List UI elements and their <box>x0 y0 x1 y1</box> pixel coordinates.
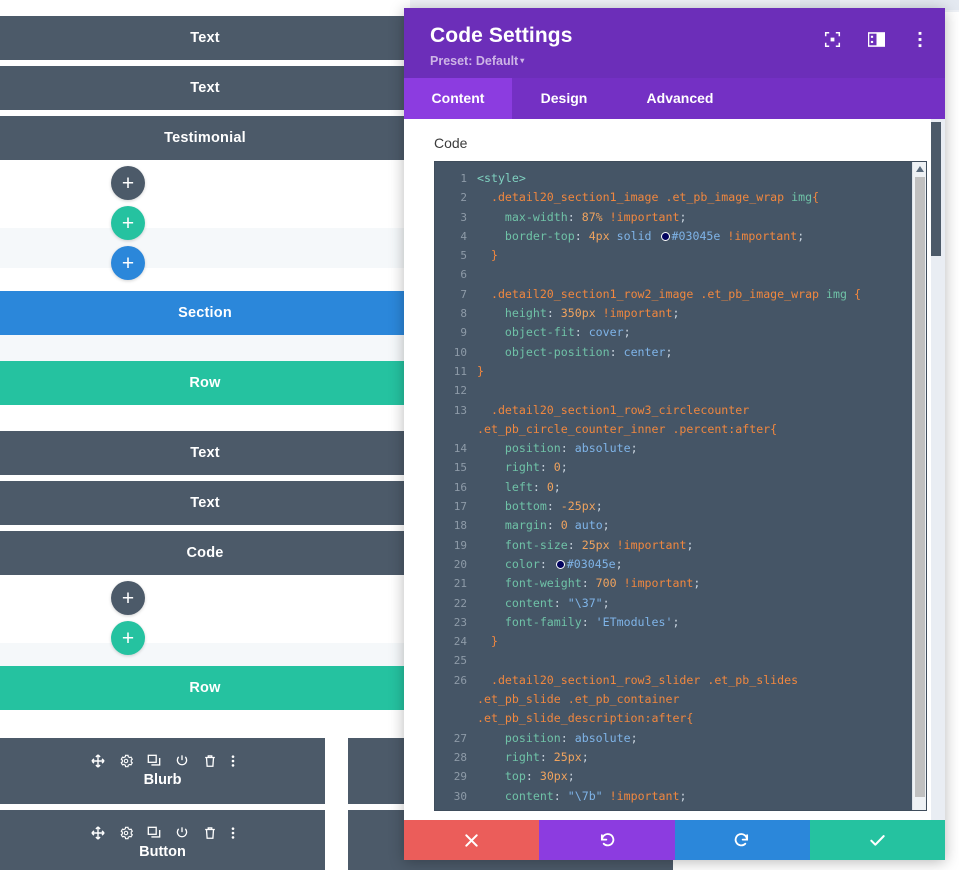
wireframe-band <box>0 228 410 268</box>
add-row-button-1[interactable]: + <box>111 206 145 240</box>
layer-label: Row <box>189 680 221 696</box>
layer-row-2[interactable]: Row <box>0 666 410 710</box>
save-button[interactable] <box>809 820 945 860</box>
layer-label: Text <box>190 495 220 511</box>
plus-icon: + <box>121 626 135 650</box>
layer-text-2[interactable]: Text <box>0 66 410 110</box>
layer-label: Text <box>190 80 220 96</box>
plus-icon: + <box>121 251 135 275</box>
layer-label: Text <box>190 445 220 461</box>
layer-code[interactable]: Code <box>0 531 410 575</box>
more-icon[interactable] <box>231 826 235 840</box>
layer-text-3[interactable]: Text <box>0 431 410 475</box>
preset-label: Preset: Default <box>430 54 519 68</box>
layer-label: Code <box>186 545 224 561</box>
more-icon[interactable] <box>231 754 235 768</box>
modal-tabs[interactable]: Content Design Advanced <box>404 78 945 119</box>
add-module-button-2[interactable]: + <box>111 581 145 615</box>
layer-label: Section <box>178 305 232 321</box>
chevron-down-icon: ▾ <box>520 56 525 65</box>
more-vertical-icon[interactable] <box>911 30 929 48</box>
layer-text-1[interactable]: Text <box>0 16 410 60</box>
add-section-button[interactable]: + <box>111 246 145 280</box>
redo-button[interactable] <box>674 820 810 860</box>
editor-scrollbar[interactable] <box>912 162 926 810</box>
code-field-label: Code <box>434 135 468 151</box>
settings-icon[interactable] <box>119 826 133 840</box>
modal-scrollbar[interactable] <box>931 119 945 820</box>
layer-section[interactable]: Section <box>0 291 410 335</box>
module-card-blurb[interactable]: Blurb <box>0 738 325 804</box>
modal-scrollbar-thumb[interactable] <box>931 122 941 256</box>
move-icon[interactable] <box>90 754 105 768</box>
module-actions[interactable] <box>90 826 235 840</box>
tab-advanced[interactable]: Advanced <box>616 78 744 119</box>
layer-label: Row <box>189 375 221 391</box>
cancel-button[interactable] <box>404 820 540 860</box>
module-title: Blurb <box>143 772 182 788</box>
delete-icon[interactable] <box>203 754 217 768</box>
layer-label: Testimonial <box>164 130 246 146</box>
delete-icon[interactable] <box>203 826 217 840</box>
disable-icon[interactable] <box>175 826 189 840</box>
settings-icon[interactable] <box>119 754 133 768</box>
move-icon[interactable] <box>90 826 105 840</box>
layer-row-1[interactable]: Row <box>0 361 410 405</box>
duplicate-icon[interactable] <box>147 826 161 840</box>
modal-footer[interactable] <box>404 820 945 860</box>
add-row-button-2[interactable]: + <box>111 621 145 655</box>
layer-text-4[interactable]: Text <box>0 481 410 525</box>
undo-button[interactable] <box>539 820 675 860</box>
module-actions[interactable] <box>90 754 235 768</box>
module-title: Button <box>139 844 186 860</box>
scroll-up-arrow[interactable] <box>913 162 926 176</box>
modal-header: Code Settings Preset: Default ▾ <box>404 8 945 78</box>
layout-icon[interactable] <box>867 30 885 48</box>
preset-selector[interactable]: Preset: Default ▾ <box>430 54 925 68</box>
layer-label: Text <box>190 30 220 46</box>
duplicate-icon[interactable] <box>147 754 161 768</box>
code-editor[interactable]: 123456 7 8 9 10 11 12 13 14 15 16 17 18 19 20 21 22 2… <box>434 161 927 811</box>
builder-screen: Text Text Testimonial + + + Section Row … <box>0 0 959 870</box>
wireframe-band <box>0 335 410 363</box>
modal-body: Code 123456 7 8 9 10 11 12 13 14 15 16 17 18 19 20 2… <box>404 119 945 820</box>
expand-icon[interactable] <box>823 30 841 48</box>
line-number-gutter: 123456 7 8 9 10 11 12 13 14 15 16 17 18 19 20 21 22 2… <box>453 172 467 810</box>
module-card-button[interactable]: Button <box>0 810 325 870</box>
editor-scrollbar-thumb[interactable] <box>915 177 925 797</box>
tab-content[interactable]: Content <box>404 78 512 119</box>
plus-icon: + <box>121 586 135 610</box>
plus-icon: + <box>121 171 135 195</box>
add-module-button-1[interactable]: + <box>111 166 145 200</box>
disable-icon[interactable] <box>175 754 189 768</box>
modal-header-actions[interactable] <box>823 30 929 48</box>
code-text[interactable]: <style> .detail20_section1_image .et_pb_… <box>467 162 926 810</box>
code-settings-modal[interactable]: Code Settings Preset: Default ▾ Content … <box>404 8 945 860</box>
layer-testimonial[interactable]: Testimonial <box>0 116 410 160</box>
tab-design[interactable]: Design <box>512 78 616 119</box>
plus-icon: + <box>121 211 135 235</box>
